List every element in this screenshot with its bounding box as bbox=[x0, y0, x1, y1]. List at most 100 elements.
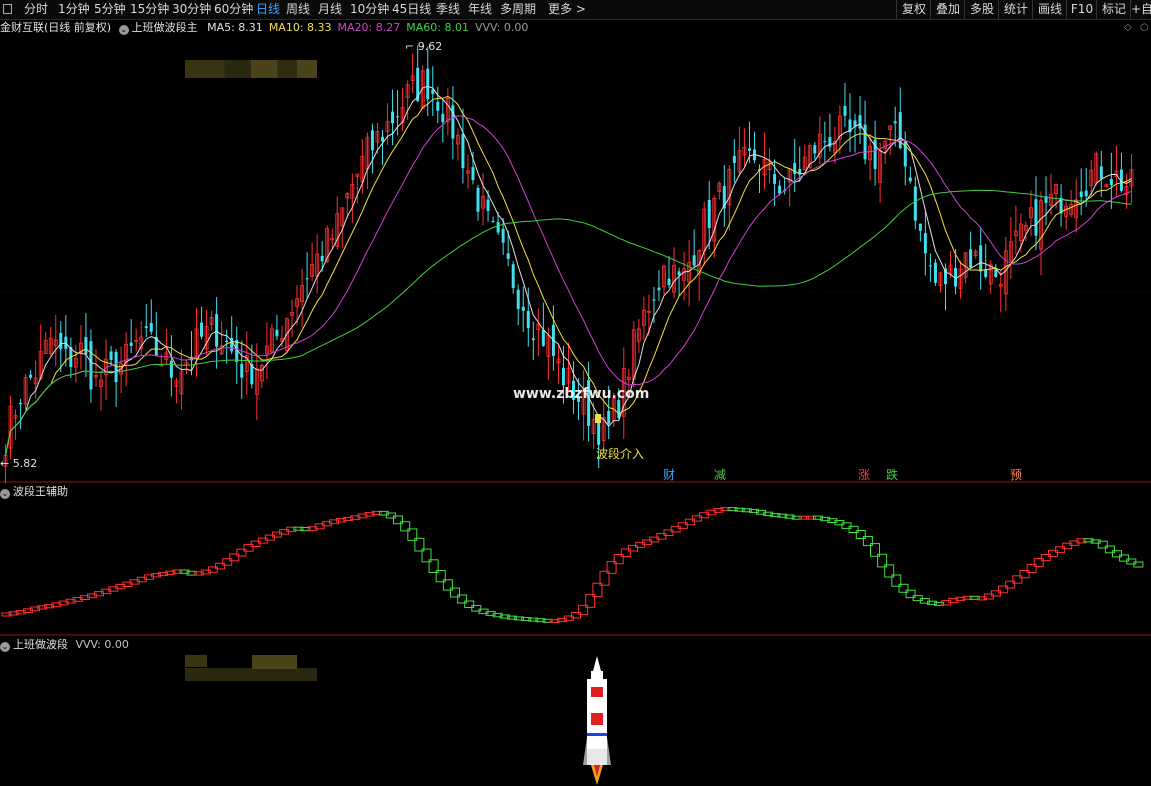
period-tab-0[interactable]: 分时 bbox=[24, 1, 48, 18]
candle-body bbox=[240, 363, 244, 378]
period-tab-10[interactable]: 45日线 bbox=[392, 1, 431, 18]
indicator-name[interactable]: 上班做波段主 bbox=[132, 21, 198, 34]
watermark: www.zbzfwu.com bbox=[513, 386, 649, 402]
oscillator-bar bbox=[862, 536, 873, 547]
candle-body bbox=[747, 148, 751, 151]
candle-body bbox=[320, 255, 324, 262]
toolbar-button-4[interactable]: 画线 bbox=[1032, 0, 1067, 19]
period-tab-8[interactable]: 月线 bbox=[318, 1, 342, 18]
candle-body bbox=[843, 105, 847, 116]
indicator-toggle-icon[interactable]: ⌄ bbox=[118, 25, 129, 35]
period-tab-1[interactable]: 1分钟 bbox=[58, 1, 90, 18]
candle-body bbox=[928, 265, 932, 267]
candle-body bbox=[84, 336, 88, 355]
candle-body bbox=[441, 113, 445, 123]
low-price-label: ← 5.82 bbox=[0, 457, 37, 470]
sub-panel-2-header: ⌄ 上班做波段 VVV: 0.00 bbox=[0, 637, 129, 653]
candle-body bbox=[426, 68, 430, 100]
toolbar-button-2[interactable]: 多股 bbox=[964, 0, 999, 19]
toolbar-button-1[interactable]: 叠加 bbox=[930, 0, 965, 19]
oscillator-bar bbox=[991, 590, 1001, 597]
period-tab-9[interactable]: 10分钟 bbox=[350, 1, 389, 18]
ma-label-1: MA10: 8.33 bbox=[268, 21, 332, 34]
oscillator-bar bbox=[236, 548, 247, 557]
period-tab-14[interactable]: 更多 > bbox=[548, 1, 586, 18]
candle-body bbox=[521, 306, 525, 311]
toolbar-button-0[interactable]: 复权 bbox=[896, 0, 931, 19]
candle-body bbox=[486, 199, 490, 211]
candle-body bbox=[692, 255, 696, 266]
candle-body bbox=[1099, 166, 1103, 179]
oscillator-bar bbox=[1033, 558, 1044, 567]
candle-body bbox=[275, 329, 279, 337]
oscillator-bar bbox=[450, 587, 460, 598]
candle-body bbox=[1109, 179, 1113, 186]
entry-marker bbox=[595, 414, 601, 423]
candle-body bbox=[541, 329, 545, 346]
oscillator-bar bbox=[1055, 546, 1066, 553]
toolbar-button-7[interactable]: +自 bbox=[1130, 0, 1151, 19]
period-tab-5[interactable]: 60分钟 bbox=[214, 1, 253, 18]
sub-indicator-toggle-icon[interactable]: ⌄ bbox=[0, 489, 10, 499]
oscillator-bar bbox=[1097, 540, 1108, 549]
window-icon[interactable] bbox=[3, 4, 12, 14]
candle-body bbox=[496, 222, 500, 233]
period-tab-7[interactable]: 周线 bbox=[286, 1, 310, 18]
candle-body bbox=[391, 111, 395, 124]
candle-body bbox=[908, 177, 912, 182]
candlestick-chart: ⌐ 9.62 ← 5.82 波段介入 www.zbzfwu.com 财 减 涨 跌 预 bbox=[0, 40, 1151, 483]
candle-body bbox=[617, 399, 621, 419]
entry-signal-label: 波段介入 bbox=[596, 446, 644, 461]
candle-body bbox=[667, 278, 671, 286]
candle-body bbox=[109, 351, 113, 360]
oscillator-bar bbox=[385, 512, 396, 519]
period-tab-3[interactable]: 15分钟 bbox=[130, 1, 169, 18]
rocket-window-2 bbox=[591, 713, 603, 725]
period-tab-12[interactable]: 年线 bbox=[468, 1, 492, 18]
sub-panel-2-title[interactable]: 上班做波段 bbox=[13, 638, 68, 651]
oscillator-bar bbox=[229, 553, 240, 562]
ma-label-2: MA20: 8.27 bbox=[337, 21, 401, 34]
toolbar-button-3[interactable]: 统计 bbox=[998, 0, 1033, 19]
candle-body bbox=[979, 245, 983, 272]
candle-body bbox=[652, 299, 656, 301]
panel-close-icon[interactable]: ○ bbox=[1140, 22, 1149, 33]
candle-body bbox=[436, 101, 440, 111]
event-marker-4: 预 bbox=[1010, 468, 1022, 482]
sub-panel-1-header: ⌄ 波段王辅助 bbox=[0, 484, 68, 500]
sub2-indicator-toggle-icon[interactable]: ⌄ bbox=[0, 642, 10, 652]
sub-panel-1-title[interactable]: 波段王辅助 bbox=[13, 485, 68, 498]
candle-body bbox=[59, 332, 63, 350]
oscillator-bar bbox=[684, 518, 695, 526]
candle-body bbox=[918, 223, 922, 231]
period-toolbar: 分时 1分钟 5分钟 15分钟 30分钟 60分钟 日线 周线 月线 10分钟 45日线 季线 年线 多周… bbox=[0, 0, 1151, 20]
event-marker-2: 涨 bbox=[858, 467, 870, 482]
toolbar-button-5[interactable]: F10 bbox=[1066, 0, 1097, 19]
period-tab-6[interactable]: 日线 bbox=[256, 1, 280, 18]
candle-body bbox=[813, 145, 817, 154]
candle-body bbox=[994, 269, 998, 277]
period-tab-13[interactable]: 多周期 bbox=[500, 1, 536, 18]
candle-body bbox=[933, 262, 937, 283]
period-tab-2[interactable]: 5分钟 bbox=[94, 1, 126, 18]
candle-body bbox=[89, 341, 93, 390]
rocket-window-1 bbox=[591, 687, 603, 697]
collapse-diamond-icon[interactable]: ◇ bbox=[1124, 22, 1132, 33]
period-tab-4[interactable]: 30分钟 bbox=[172, 1, 211, 18]
candle-body bbox=[1079, 191, 1083, 198]
candle-body bbox=[491, 220, 495, 222]
candle-body bbox=[607, 411, 611, 424]
candle-body bbox=[215, 314, 219, 347]
candle-body bbox=[29, 374, 33, 378]
candle-body bbox=[969, 249, 973, 268]
obscured-text-block bbox=[185, 60, 317, 78]
rocket-fin-right bbox=[607, 737, 611, 765]
ma-label-3: MA60: 8.01 bbox=[406, 21, 469, 34]
rocket-nose bbox=[593, 656, 601, 671]
candle-body bbox=[129, 342, 133, 346]
toolbar-button-6[interactable]: 标记 bbox=[1096, 0, 1131, 19]
oscillator-bar bbox=[841, 522, 852, 529]
candle-body bbox=[893, 121, 897, 124]
sub-panel-2-value: VVV: 0.00 bbox=[75, 638, 129, 651]
period-tab-11[interactable]: 季线 bbox=[436, 1, 460, 18]
